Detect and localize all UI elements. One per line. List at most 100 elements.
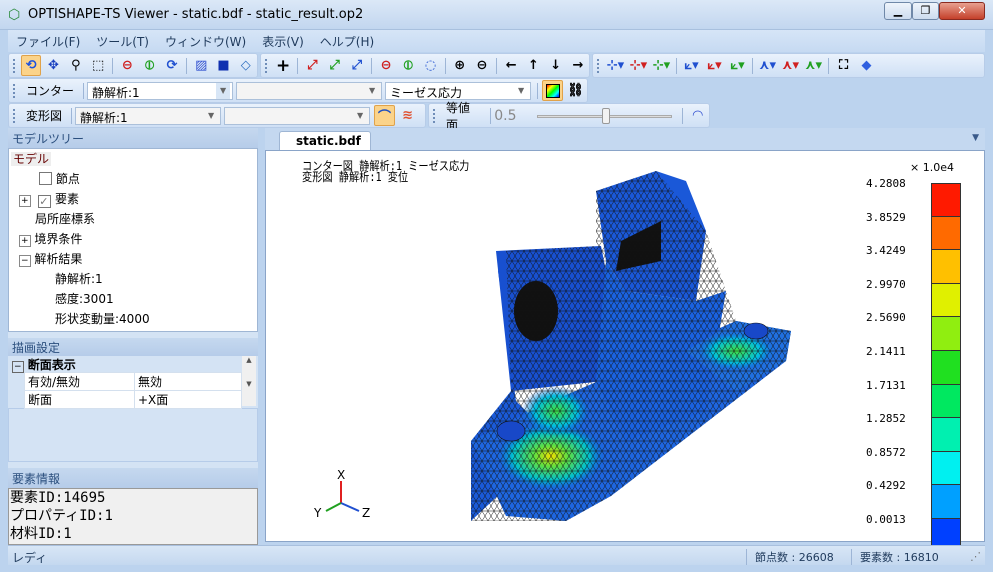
deform-sub-select[interactable]: ▼: [224, 106, 371, 125]
tab-static-bdf[interactable]: static.bdf ×: [279, 131, 371, 162]
tree-label: 要素: [55, 192, 80, 206]
contour-sub-select[interactable]: ▼: [236, 81, 383, 100]
menu-window[interactable]: ウィンドウ(W): [157, 30, 254, 53]
status-node-count: 節点数 : 26608: [746, 549, 834, 565]
tree-result-shape[interactable]: 形状変動量:4000: [11, 309, 257, 329]
grid-row[interactable]: 断面 +X面: [24, 390, 242, 409]
collapse-icon[interactable]: −: [19, 255, 31, 267]
prop-value[interactable]: +X面: [134, 390, 242, 409]
crosshair-icon[interactable]: +: [273, 55, 293, 76]
chevron-down-icon: ▼: [356, 110, 364, 120]
iso-view-1-icon[interactable]: ⟀▾: [681, 55, 702, 76]
checkbox[interactable]: [39, 172, 52, 185]
contour-quantity-select[interactable]: ミーゼス応力 ▼: [385, 81, 532, 100]
grid-row[interactable]: 有効/無効 無効: [24, 372, 242, 391]
arrow-right-icon[interactable]: →: [568, 55, 588, 76]
legend-color-band: [931, 384, 961, 419]
tree-item-elements[interactable]: + ✓ 要素: [11, 189, 257, 209]
tree-result-sensitivity[interactable]: 感度:3001: [11, 289, 257, 309]
zoom-out-icon[interactable]: ⊖: [472, 55, 492, 76]
legend-color-band: [931, 351, 961, 385]
menu-view[interactable]: 表示(V): [254, 30, 312, 53]
pan-icon[interactable]: ✥: [43, 55, 63, 76]
toolbar-grip[interactable]: [433, 108, 436, 123]
arrow-down-icon[interactable]: ↓: [546, 55, 566, 76]
menu-file[interactable]: ファイル(F): [8, 30, 88, 53]
iso-view-3-icon[interactable]: ⟀▾: [727, 55, 748, 76]
toolbar-grip[interactable]: [13, 58, 16, 73]
view-y-icon[interactable]: ⤢: [324, 55, 344, 76]
menu-tools[interactable]: ツール(T): [88, 30, 157, 53]
prop-value[interactable]: 無効: [134, 372, 242, 391]
zoom-in-icon[interactable]: ⊕: [450, 55, 470, 76]
toolbar-grip[interactable]: [597, 58, 600, 73]
expand-icon[interactable]: +: [19, 195, 31, 207]
deform-animate-icon[interactable]: ≋: [397, 105, 418, 126]
view-top-icon[interactable]: ⊹▾: [651, 55, 672, 76]
menu-bar: ファイル(F) ツール(T) ウィンドウ(W) 表示(V) ヘルプ(H): [8, 30, 985, 52]
transparent-icon[interactable]: ◇: [236, 55, 256, 76]
reset-view-icon[interactable]: ⛶: [833, 55, 854, 76]
isosurface-slider[interactable]: [537, 107, 673, 124]
contour-color-icon[interactable]: [542, 80, 564, 101]
deform-shape-icon[interactable]: ⌒: [374, 105, 396, 126]
solid-icon[interactable]: ■: [213, 55, 233, 76]
iso-view-2-icon[interactable]: ⟀▾: [704, 55, 725, 76]
toolbar-grip[interactable]: [265, 58, 268, 73]
restore-button[interactable]: ❐: [912, 2, 939, 20]
link-icon[interactable]: ⛓: [565, 80, 586, 101]
toolbar-grip[interactable]: [13, 108, 16, 123]
minimize-button[interactable]: ▁: [884, 2, 912, 20]
rotate-icon[interactable]: ⟲: [20, 55, 42, 76]
spin-x-icon[interactable]: ⊖: [376, 55, 396, 76]
zoom-box-icon[interactable]: ⬚: [88, 55, 108, 76]
spin-y-icon[interactable]: ⦶: [398, 55, 418, 76]
tree-root[interactable]: モデル: [11, 152, 52, 166]
view-front-icon[interactable]: ⊹▾: [605, 55, 626, 76]
rotate-x-icon[interactable]: ⊖: [117, 55, 137, 76]
status-bar: レディ 節点数 : 26608 要素数 : 16810 ⋰: [8, 545, 985, 565]
axis-triad: X Z Y: [313, 468, 370, 520]
resize-grip-icon[interactable]: ⋰: [970, 550, 981, 563]
spin-z-icon[interactable]: ◌: [420, 55, 440, 76]
chevron-down-icon: ▼: [368, 85, 376, 95]
menu-help[interactable]: ヘルプ(H): [312, 30, 382, 53]
tree-item-bc[interactable]: + 境界条件: [11, 229, 257, 249]
axis-view-3-icon[interactable]: ⋏▾: [803, 55, 824, 76]
legend-tick-label: 2.1411: [866, 345, 906, 358]
rotate-z-icon[interactable]: ⟳: [162, 55, 182, 76]
expand-icon[interactable]: +: [19, 235, 31, 247]
arrow-up-icon[interactable]: ↑: [523, 55, 543, 76]
checkbox-checked[interactable]: ✓: [38, 195, 52, 208]
view-back-icon[interactable]: ⊹▾: [628, 55, 649, 76]
tree-item-nodes[interactable]: 節点: [11, 169, 257, 189]
contour-label: コンター: [26, 84, 75, 98]
contour-analysis-select[interactable]: 静解析:1 ▼: [87, 81, 234, 100]
legend-color-band: [931, 317, 961, 351]
slider-thumb[interactable]: [602, 107, 611, 124]
wireframe-icon[interactable]: ▨: [191, 55, 211, 76]
viewport[interactable]: コンター図 静解析:1 ミーゼス応力 変形図 静解析:1 変位 X Z Y × …: [265, 150, 985, 553]
bracket-model: [471, 171, 791, 521]
rotate-y-icon[interactable]: ⦶: [140, 55, 160, 76]
toolbar-grip[interactable]: [13, 83, 16, 98]
tree-item-coords[interactable]: 局所座標系: [11, 209, 257, 229]
scrollbar[interactable]: ▲ ▼: [242, 356, 256, 406]
isosurface-toolbar: 等値面 0.5 ◠: [428, 101, 710, 132]
tab-list-icon[interactable]: ▼: [972, 133, 979, 143]
isosurface-icon[interactable]: ◠: [687, 105, 708, 126]
collapse-icon[interactable]: −: [12, 361, 24, 373]
axis-view-2-icon[interactable]: ⋏▾: [780, 55, 801, 76]
tree-item-results[interactable]: − 解析結果: [11, 249, 257, 269]
tree-result-static[interactable]: 静解析:1: [11, 269, 257, 289]
deform-label: 変形図: [26, 109, 63, 123]
arrow-left-icon[interactable]: ←: [501, 55, 521, 76]
tab-label: static.bdf: [296, 134, 361, 148]
view-x-icon[interactable]: ⤢: [302, 55, 322, 76]
axis-view-1-icon[interactable]: ⋏▾: [757, 55, 778, 76]
view-z-icon[interactable]: ⤢: [347, 55, 367, 76]
deform-analysis-select[interactable]: 静解析:1 ▼: [75, 106, 222, 125]
pick-icon[interactable]: ⚲: [66, 55, 86, 76]
fit-view-icon[interactable]: ◆: [856, 55, 877, 76]
close-button[interactable]: ✕: [939, 2, 985, 20]
